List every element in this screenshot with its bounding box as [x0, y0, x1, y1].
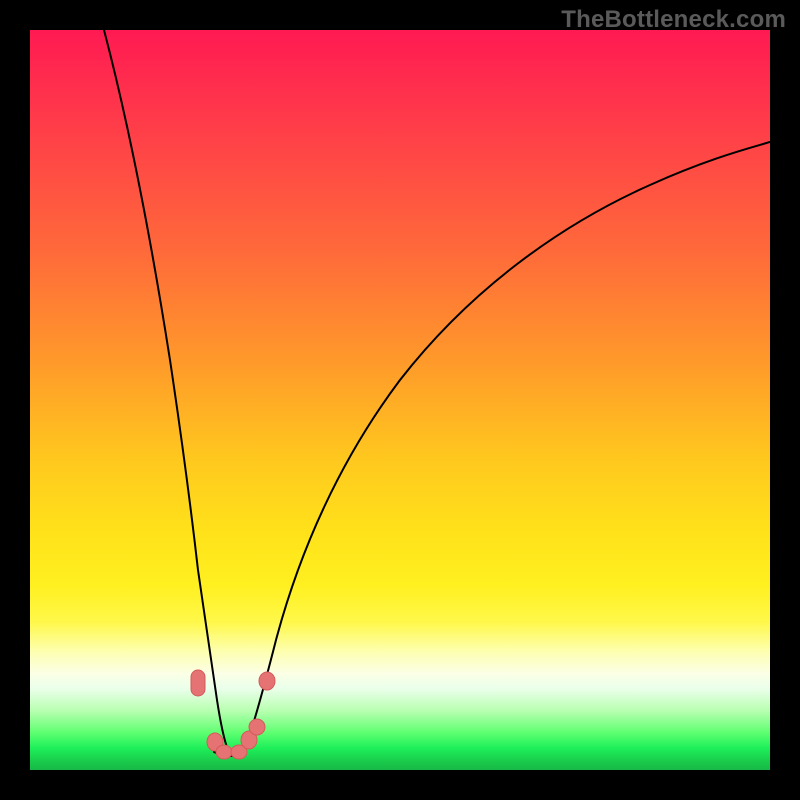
watermark-label: TheBottleneck.com	[561, 6, 786, 34]
curve-layer	[30, 30, 770, 770]
marker-dot	[249, 719, 265, 735]
left-branch-line	[104, 30, 228, 750]
right-branch-line	[244, 142, 770, 752]
marker-dot	[259, 672, 275, 690]
chart-frame: TheBottleneck.com	[0, 0, 800, 800]
marker-oblong	[191, 670, 205, 696]
marker-dot	[216, 745, 232, 759]
plot-area	[30, 30, 770, 770]
